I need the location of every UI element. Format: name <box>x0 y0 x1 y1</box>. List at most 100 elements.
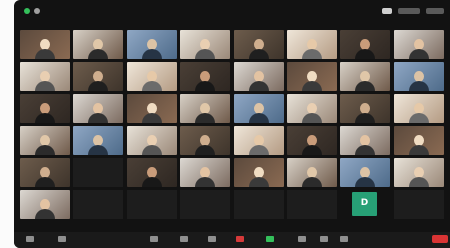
participant-video-tile[interactable] <box>73 62 123 91</box>
participant-video-tile[interactable] <box>20 94 70 123</box>
participant-body <box>302 145 322 155</box>
record-icon[interactable] <box>266 236 274 242</box>
participant-video-tile[interactable] <box>180 158 230 187</box>
participant-silhouette <box>34 101 56 123</box>
participant-body <box>35 209 55 219</box>
participant-body <box>195 81 215 91</box>
participant-name-tile[interactable] <box>180 190 230 219</box>
participant-name-tile[interactable] <box>73 190 123 219</box>
participant-body <box>302 49 322 59</box>
gallery-view-button[interactable] <box>426 8 444 14</box>
participant-video-tile[interactable] <box>287 158 337 187</box>
participant-video-tile[interactable] <box>127 94 177 123</box>
participant-video-tile[interactable] <box>394 30 444 59</box>
participant-silhouette <box>301 133 323 155</box>
participant-silhouette <box>141 69 163 91</box>
more-icon[interactable] <box>340 236 348 242</box>
participant-video-tile[interactable] <box>287 30 337 59</box>
participant-video-tile[interactable] <box>73 94 123 123</box>
participant-body <box>142 81 162 91</box>
participant-silhouette <box>87 133 109 155</box>
participant-video-tile[interactable] <box>20 158 70 187</box>
participant-video-tile[interactable] <box>340 126 390 155</box>
participant-body <box>409 49 429 59</box>
participant-silhouette <box>354 133 376 155</box>
participant-video-tile[interactable] <box>394 158 444 187</box>
participant-video-tile[interactable] <box>127 158 177 187</box>
participant-body <box>355 49 375 59</box>
participant-body <box>409 81 429 91</box>
participant-video-tile[interactable] <box>20 126 70 155</box>
video-icon[interactable] <box>58 236 66 242</box>
participant-body <box>88 145 108 155</box>
participant-body <box>142 49 162 59</box>
participant-video-tile[interactable] <box>394 62 444 91</box>
participant-video-tile[interactable] <box>340 30 390 59</box>
participant-video-tile[interactable] <box>287 126 337 155</box>
participant-video-tile[interactable] <box>234 30 284 59</box>
speaker-view-button[interactable] <box>398 8 420 14</box>
participant-video-tile[interactable] <box>287 62 337 91</box>
participant-video-tile[interactable] <box>234 62 284 91</box>
participant-video-tile[interactable] <box>340 62 390 91</box>
participant-video-tile[interactable] <box>127 126 177 155</box>
participant-video-tile[interactable] <box>234 94 284 123</box>
participant-silhouette <box>354 101 376 123</box>
participant-video-tile[interactable] <box>20 30 70 59</box>
participant-silhouette <box>34 133 56 155</box>
participant-name-tile[interactable] <box>287 190 337 219</box>
participant-body <box>302 81 322 91</box>
participant-silhouette <box>87 37 109 59</box>
participant-video-tile[interactable] <box>234 126 284 155</box>
participant-video-tile[interactable] <box>394 126 444 155</box>
participant-body <box>195 145 215 155</box>
participant-body <box>249 81 269 91</box>
participant-video-tile[interactable] <box>20 62 70 91</box>
participant-video-tile[interactable] <box>20 190 70 219</box>
mute-icon[interactable] <box>26 236 34 242</box>
security-shield-icon[interactable] <box>24 8 30 14</box>
security-icon[interactable] <box>150 236 158 242</box>
participant-video-tile[interactable] <box>234 158 284 187</box>
participant-body <box>142 145 162 155</box>
participant-video-tile[interactable] <box>180 30 230 59</box>
meeting-top-bar <box>14 0 450 24</box>
participant-video-tile[interactable] <box>73 126 123 155</box>
participant-name-tile[interactable] <box>73 158 123 187</box>
participant-silhouette <box>248 133 270 155</box>
participant-silhouette <box>408 37 430 59</box>
participant-name-tile[interactable] <box>234 190 284 219</box>
participant-video-tile[interactable] <box>180 62 230 91</box>
participant-video-tile[interactable] <box>287 94 337 123</box>
participant-video-tile[interactable] <box>73 30 123 59</box>
reactions-icon[interactable] <box>298 236 306 242</box>
participant-video-tile[interactable] <box>127 30 177 59</box>
participants-icon[interactable] <box>180 236 188 242</box>
participant-video-tile[interactable] <box>340 158 390 187</box>
participant-body <box>195 49 215 59</box>
participant-video-tile[interactable] <box>180 94 230 123</box>
participant-silhouette <box>248 69 270 91</box>
participant-body <box>142 177 162 187</box>
participant-avatar-tile[interactable]: D <box>352 192 377 216</box>
participant-video-tile[interactable] <box>180 126 230 155</box>
participant-silhouette <box>408 101 430 123</box>
participant-name-tile[interactable] <box>394 190 444 219</box>
participant-silhouette <box>141 165 163 187</box>
view-toggle-icon[interactable] <box>382 8 392 14</box>
participant-video-tile[interactable] <box>340 94 390 123</box>
chat-icon[interactable] <box>208 236 216 242</box>
participant-silhouette <box>194 69 216 91</box>
participant-silhouette <box>248 101 270 123</box>
participant-video-tile[interactable] <box>394 94 444 123</box>
participant-name-tile[interactable] <box>127 190 177 219</box>
participant-body <box>195 113 215 123</box>
gallery-grid: D <box>20 30 444 220</box>
apps-icon[interactable] <box>320 236 328 242</box>
share-screen-icon[interactable] <box>236 236 244 242</box>
info-icon[interactable] <box>34 8 40 14</box>
participant-silhouette <box>34 197 56 219</box>
end-meeting-button[interactable] <box>432 235 448 243</box>
participant-video-tile[interactable] <box>127 62 177 91</box>
participant-initial: D <box>360 198 369 208</box>
